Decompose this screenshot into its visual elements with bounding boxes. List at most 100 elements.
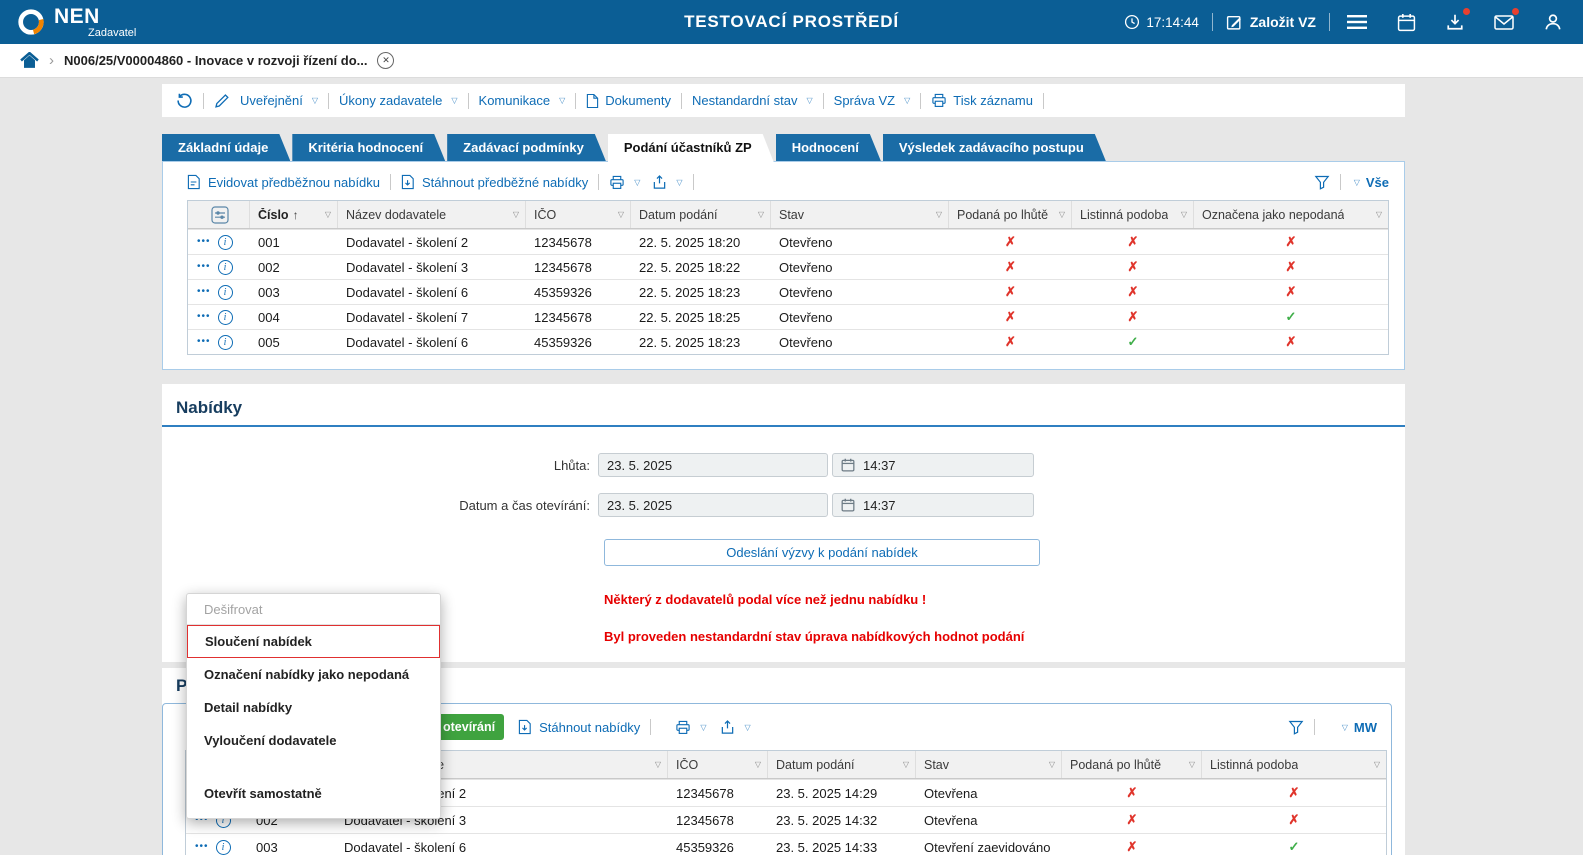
row-actions-icon[interactable]: ••• bbox=[197, 262, 211, 272]
filter-caret-icon[interactable]: ▽ bbox=[1181, 210, 1187, 219]
downloads-icon[interactable] bbox=[1443, 10, 1467, 34]
filter-caret-icon[interactable]: ▽ bbox=[1059, 210, 1065, 219]
print-grid-button[interactable]: ▽ bbox=[675, 720, 706, 735]
row-actions-icon[interactable]: ••• bbox=[195, 842, 209, 852]
table-row[interactable]: •••i 005 Dodavatel - školení 6 45359326 … bbox=[188, 329, 1388, 354]
download-preliminary-offers-button[interactable]: Stáhnout předběžné nabídky bbox=[401, 174, 588, 190]
filter-preset-select[interactable]: ▽MW bbox=[1339, 720, 1377, 735]
filter-preset-select[interactable]: ▽Vše bbox=[1351, 175, 1389, 190]
info-icon[interactable]: i bbox=[218, 260, 233, 275]
table-row[interactable]: •••i 004 Dodavatel - školení 7 12345678 … bbox=[188, 304, 1388, 329]
cell-ico: 12345678 bbox=[526, 310, 631, 325]
mail-icon[interactable] bbox=[1492, 10, 1516, 34]
filter-caret-icon[interactable]: ▽ bbox=[1376, 210, 1382, 219]
filter-caret-icon[interactable]: ▽ bbox=[1049, 760, 1055, 769]
row-actions-icon[interactable]: ••• bbox=[197, 312, 211, 322]
toolbar-item-nestandardni-stav[interactable]: Nestandardní stav▽ bbox=[692, 93, 813, 108]
toolbar-item-tisk-zaznamu[interactable]: Tisk záznamu bbox=[931, 93, 1033, 108]
column-header-ico[interactable]: IČO▽ bbox=[526, 201, 631, 228]
filter-caret-icon[interactable]: ▽ bbox=[758, 210, 764, 219]
toolbar-item-uverejneni[interactable]: Uveřejnění▽ bbox=[240, 93, 318, 108]
column-header-po-lhute[interactable]: Podaná po lhůtě▽ bbox=[949, 201, 1072, 228]
export-grid-button[interactable]: ▽ bbox=[652, 174, 682, 190]
row-actions-icon[interactable]: ••• bbox=[197, 337, 211, 347]
menu-item-otevrit-samostatne[interactable]: Otevřít samostatně bbox=[187, 777, 440, 810]
toolbar-item-sprava-vz[interactable]: Správa VZ▽ bbox=[834, 93, 911, 108]
row-actions-icon[interactable]: ••• bbox=[197, 237, 211, 247]
info-icon[interactable]: i bbox=[218, 310, 233, 325]
tab-vysledek[interactable]: Výsledek zadávacího postupu bbox=[883, 134, 1106, 161]
filter-caret-icon[interactable]: ▽ bbox=[1374, 760, 1380, 769]
column-header-nazev[interactable]: Název dodavatele▽ bbox=[338, 201, 526, 228]
filter-caret-icon[interactable]: ▽ bbox=[655, 760, 661, 769]
calendar-icon[interactable] bbox=[1394, 10, 1418, 34]
info-icon[interactable]: i bbox=[218, 285, 233, 300]
opening-date-input[interactable] bbox=[598, 493, 828, 517]
deadline-row: Lhůta: 14:37 bbox=[162, 453, 1405, 477]
table-row[interactable]: •••i 003 Dodavatel - školení 6 45359326 … bbox=[188, 279, 1388, 304]
breadcrumb-record[interactable]: N006/25/V00004860 - Inovace v rozvoji ří… bbox=[64, 53, 367, 68]
table-row[interactable]: •••i 003 Dodavatel - školení 6 45359326 … bbox=[186, 833, 1386, 855]
sort-asc-icon: ↑ bbox=[293, 208, 299, 222]
undo-icon bbox=[176, 92, 193, 109]
table-row[interactable]: •••i 001 Dodavatel - školení 2 12345678 … bbox=[188, 229, 1388, 254]
filter-caret-icon[interactable]: ▽ bbox=[325, 210, 331, 219]
column-settings-button[interactable] bbox=[188, 201, 250, 228]
filter-icon[interactable] bbox=[1314, 174, 1330, 190]
column-header-ico[interactable]: IČO▽ bbox=[668, 751, 768, 778]
tab-podani-ucastniku[interactable]: Podání účastníků ZP bbox=[608, 134, 774, 162]
deadline-time-input[interactable]: 14:37 bbox=[832, 453, 1034, 477]
toolbar-item-dokumenty[interactable]: Dokumenty bbox=[586, 93, 671, 109]
tab-zadavaci-podminky[interactable]: Zadávací podmínky bbox=[447, 134, 606, 161]
column-header-po-lhute[interactable]: Podaná po lhůtě▽ bbox=[1062, 751, 1202, 778]
register-preliminary-offer-button[interactable]: Evidovat předběžnou nabídku bbox=[187, 174, 380, 190]
tab-hodnoceni[interactable]: Hodnocení bbox=[776, 134, 881, 161]
table-row[interactable]: •••i 002 Dodavatel - školení 3 12345678 … bbox=[188, 254, 1388, 279]
menu-item-vylouceni-dodavatele[interactable]: Vyloučení dodavatele bbox=[187, 724, 440, 757]
info-icon[interactable]: i bbox=[218, 235, 233, 250]
column-header-cislo[interactable]: Číslo↑▽ bbox=[250, 201, 338, 228]
cell-cislo: 001 bbox=[250, 235, 338, 250]
info-icon[interactable]: i bbox=[216, 840, 231, 855]
column-header-stav[interactable]: Stav▽ bbox=[771, 201, 949, 228]
filter-caret-icon[interactable]: ▽ bbox=[903, 760, 909, 769]
create-vz-button[interactable]: Založit VZ bbox=[1226, 14, 1316, 31]
menu-item-oznaceni-nepodana[interactable]: Označení nabídky jako nepodaná bbox=[187, 658, 440, 691]
column-header-listinna[interactable]: Listinná podoba▽ bbox=[1202, 751, 1386, 778]
cell-nazev: Dodavatel - školení 7 bbox=[338, 310, 526, 325]
tab-zakladni-udaje[interactable]: Základní údaje bbox=[162, 134, 290, 161]
cell-datum: 22. 5. 2025 18:25 bbox=[631, 310, 771, 325]
app-logo[interactable]: NEN Zadavatel bbox=[16, 6, 136, 39]
filter-icon[interactable] bbox=[1288, 719, 1304, 735]
opening-time-input[interactable]: 14:37 bbox=[832, 493, 1034, 517]
filter-caret-icon[interactable]: ▽ bbox=[618, 210, 624, 219]
user-icon[interactable] bbox=[1541, 10, 1565, 34]
info-icon[interactable]: i bbox=[218, 335, 233, 350]
edit-record-button[interactable] bbox=[214, 93, 230, 109]
column-header-datum[interactable]: Datum podání▽ bbox=[631, 201, 771, 228]
column-header-listinna[interactable]: Listinná podoba▽ bbox=[1072, 201, 1194, 228]
column-header-stav[interactable]: Stav▽ bbox=[916, 751, 1062, 778]
close-record-icon[interactable]: ✕ bbox=[377, 52, 394, 69]
download-offers-button[interactable]: Stáhnout nabídky bbox=[518, 719, 640, 735]
column-header-datum[interactable]: Datum podání▽ bbox=[768, 751, 916, 778]
home-icon[interactable] bbox=[20, 52, 39, 69]
menu-item-detail-nabidky[interactable]: Detail nabídky bbox=[187, 691, 440, 724]
divider bbox=[162, 425, 1405, 427]
send-call-button[interactable]: Odeslání výzvy k podání nabídek bbox=[604, 539, 1040, 566]
filter-caret-icon[interactable]: ▽ bbox=[1189, 760, 1195, 769]
history-button[interactable] bbox=[176, 92, 193, 109]
toolbar-item-komunikace[interactable]: Komunikace▽ bbox=[479, 93, 566, 108]
menu-icon[interactable] bbox=[1345, 10, 1369, 34]
print-grid-button[interactable]: ▽ bbox=[609, 175, 640, 190]
column-header-nepodana[interactable]: Označena jako nepodaná▽ bbox=[1194, 201, 1388, 228]
export-grid-button[interactable]: ▽ bbox=[720, 719, 750, 735]
tab-kriteria-hodnoceni[interactable]: Kritéria hodnocení bbox=[292, 134, 445, 161]
row-actions-icon[interactable]: ••• bbox=[197, 287, 211, 297]
menu-item-slouceni-nabidek[interactable]: Sloučení nabídek bbox=[187, 625, 440, 658]
toolbar-item-ukony[interactable]: Úkony zadavatele▽ bbox=[339, 93, 458, 108]
filter-caret-icon[interactable]: ▽ bbox=[513, 210, 519, 219]
filter-caret-icon[interactable]: ▽ bbox=[755, 760, 761, 769]
filter-caret-icon[interactable]: ▽ bbox=[936, 210, 942, 219]
deadline-date-input[interactable] bbox=[598, 453, 828, 477]
